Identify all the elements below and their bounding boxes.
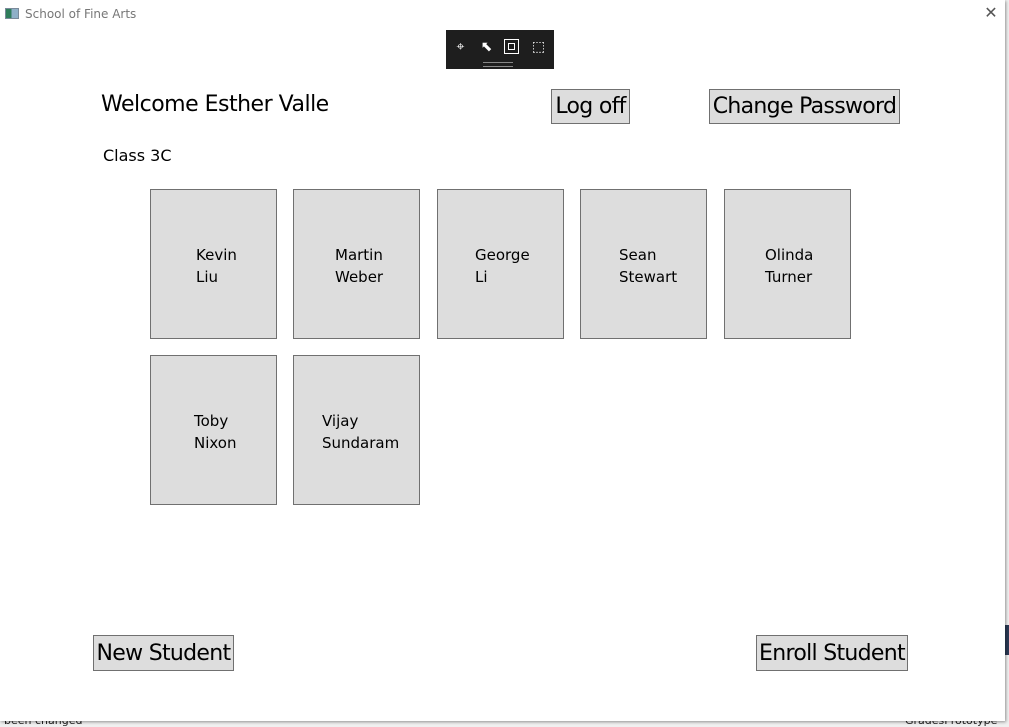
window-title: School of Fine Arts <box>25 7 137 21</box>
student-name: Olinda Turner <box>765 244 813 288</box>
pointer-icon[interactable]: ⬉ <box>478 38 495 55</box>
background-window-edge <box>1005 625 1009 655</box>
student-last-name: Li <box>475 268 488 286</box>
student-last-name: Sundaram <box>322 434 400 452</box>
student-first-name: Kevin <box>196 246 237 264</box>
log-off-button[interactable]: Log off <box>551 89 630 124</box>
student-first-name: Martin <box>335 246 383 264</box>
class-label: Class 3C <box>103 146 172 165</box>
student-first-name: Sean <box>619 246 657 264</box>
student-tile[interactable]: George Li <box>437 189 564 339</box>
student-first-name: George <box>475 246 530 264</box>
student-tile[interactable]: Martin Weber <box>293 189 420 339</box>
student-tile[interactable]: Vijay Sundaram <box>293 355 420 505</box>
student-tile[interactable]: Toby Nixon <box>150 355 277 505</box>
student-name: Toby Nixon <box>194 410 237 454</box>
select-element-icon[interactable]: ⌖ <box>452 38 469 55</box>
student-name: Sean Stewart <box>619 244 677 288</box>
student-tile[interactable]: Kevin Liu <box>150 189 277 339</box>
close-icon[interactable]: ✕ <box>978 2 1004 26</box>
student-last-name: Liu <box>196 268 219 286</box>
student-last-name: Nixon <box>194 434 237 452</box>
student-name: Vijay Sundaram <box>322 410 399 454</box>
debug-toolbar: ⌖ ⬉ ⬚ <box>446 30 554 69</box>
student-tile[interactable]: Olinda Turner <box>724 189 851 339</box>
enroll-student-button[interactable]: Enroll Student <box>756 635 908 671</box>
new-student-button[interactable]: New Student <box>93 635 234 671</box>
app-icon <box>5 8 19 19</box>
student-last-name: Weber <box>335 268 384 286</box>
student-last-name: Turner <box>765 268 813 286</box>
toolbar-grip[interactable] <box>483 62 513 67</box>
student-last-name: Stewart <box>619 268 678 286</box>
student-first-name: Vijay <box>322 412 359 430</box>
change-password-button[interactable]: Change Password <box>709 89 900 124</box>
app-window: School of Fine Arts ✕ ⌖ ⬉ ⬚ Welcome Esth… <box>0 0 1005 721</box>
title-bar: School of Fine Arts ✕ <box>0 0 1005 30</box>
welcome-text: Welcome Esther Valle <box>101 92 329 117</box>
student-tile[interactable]: Sean Stewart <box>580 189 707 339</box>
layout-adorner-icon[interactable] <box>504 39 519 54</box>
track-focus-icon[interactable]: ⬚ <box>530 38 547 55</box>
student-name: Martin Weber <box>335 244 383 288</box>
student-name: Kevin Liu <box>196 244 237 288</box>
student-first-name: Olinda <box>765 246 814 264</box>
student-first-name: Toby <box>194 412 229 430</box>
student-name: George Li <box>475 244 530 288</box>
